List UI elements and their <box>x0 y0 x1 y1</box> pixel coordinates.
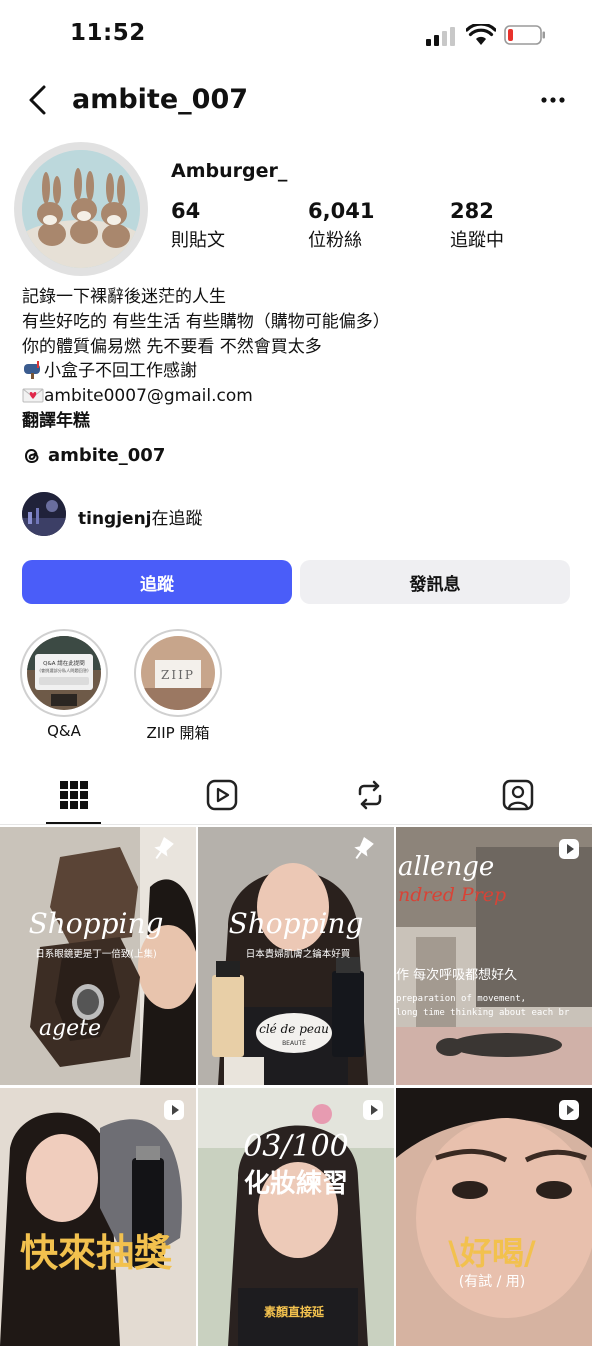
followers-count[interactable]: 6,041 <box>308 199 374 223</box>
threads-icon <box>24 448 39 463</box>
post-tile[interactable]: \好喝/ (有試 / 用) <box>396 1088 592 1346</box>
svg-text:long time thinking about each: long time thinking about each br <box>396 1008 570 1018</box>
post-tile[interactable]: 快來抽獎 <box>0 1088 196 1346</box>
bio-line[interactable]: 翻譯年糕 <box>22 409 582 434</box>
post-tile[interactable]: Shopping 日系眼鏡更是丁一倍致(上集) agete <box>0 827 196 1085</box>
svg-text:clé de peau: clé de peau <box>259 1022 329 1036</box>
mailbox-icon <box>24 361 40 380</box>
svg-text:(有試 / 用): (有試 / 用) <box>459 1274 526 1290</box>
reels-icon[interactable] <box>206 778 238 812</box>
svg-text:快來抽獎: 快來抽獎 <box>20 1231 173 1275</box>
svg-text:03/100: 03/100 <box>243 1129 349 1164</box>
posts-label[interactable]: 則貼文 <box>171 226 225 252</box>
post-tile[interactable]: 03/100 化妝練習 素顏直接延 <box>198 1088 394 1346</box>
love-letter-icon <box>22 388 44 403</box>
bio-line: 有些好吃的 有些生活 有些購物（購物可能偏多） <box>22 311 390 332</box>
tagged-person-icon[interactable] <box>502 778 534 812</box>
svg-text:ZIIP: ZIIP <box>161 668 195 682</box>
svg-text:allenge: allenge <box>398 852 494 882</box>
more-options-icon[interactable] <box>540 92 566 108</box>
mutual-follower-text[interactable]: tingjenj在追蹤 <box>78 504 203 529</box>
highlight-cover-ziip[interactable]: ZIIP <box>141 636 215 710</box>
back-chevron-icon[interactable] <box>26 84 50 116</box>
message-button[interactable]: 發訊息 <box>300 560 570 604</box>
svg-text:日本貴婦肌膚之鑰本好買: 日本貴婦肌膚之鑰本好買 <box>246 948 351 960</box>
svg-text:(會挑選部分私人問題回答): (會挑選部分私人問題回答) <box>39 667 89 674</box>
reel-icon <box>559 839 579 859</box>
signal-icon <box>426 27 455 46</box>
battery-low-icon <box>504 25 545 45</box>
svg-text:Shopping: Shopping <box>229 907 364 940</box>
svg-text:Q&A 請在此提問: Q&A 請在此提問 <box>43 659 85 667</box>
svg-text:作 每次呼吸都想好久: 作 每次呼吸都想好久 <box>396 967 517 983</box>
profile-bio: 記錄一下裸辭後迷茫的人生 有些好吃的 有些生活 有些購物（購物可能偏多） 你的體… <box>22 285 582 434</box>
follow-button[interactable]: 追蹤 <box>22 560 292 604</box>
svg-text:Shopping: Shopping <box>29 907 164 940</box>
post-tile[interactable]: Shopping 日本貴婦肌膚之鑰本好買 clé de peau BEAUTÉ <box>198 827 394 1085</box>
posts-count[interactable]: 64 <box>171 199 200 223</box>
wifi-icon <box>466 24 496 45</box>
reel-icon <box>164 1100 184 1120</box>
followers-label[interactable]: 位粉絲 <box>308 226 362 252</box>
following-label[interactable]: 追蹤中 <box>450 226 504 252</box>
svg-text:ndred Prep: ndred Prep <box>398 884 506 906</box>
highlight-cover-qa[interactable]: Q&A 請在此提問 (會挑選部分私人問題回答) <box>27 636 101 710</box>
svg-text:化妝練習: 化妝練習 <box>244 1168 348 1199</box>
svg-text:preparation of movement,: preparation of movement, <box>396 994 526 1004</box>
tab-divider <box>0 824 592 825</box>
svg-text:日系眼鏡更是丁一倍致(上集): 日系眼鏡更是丁一倍致(上集) <box>35 948 156 960</box>
status-time: 11:52 <box>70 20 146 46</box>
following-count[interactable]: 282 <box>450 199 494 223</box>
threads-link[interactable]: ambite_007 <box>22 445 165 466</box>
bio-line[interactable]: ambite0007@gmail.com <box>22 384 582 409</box>
highlight-label[interactable]: ZIIP 開箱 <box>118 722 238 743</box>
svg-text:agete: agete <box>39 1016 101 1041</box>
svg-text:\好喝/: \好喝/ <box>448 1234 536 1272</box>
profile-username-title: ambite_007 <box>72 84 249 115</box>
svg-text:BEAUTÉ: BEAUTÉ <box>282 1039 306 1047</box>
reel-icon <box>363 1100 383 1120</box>
post-tile[interactable]: allenge ndred Prep 作 每次呼吸都想好久 preparatio… <box>396 827 592 1085</box>
highlight-label[interactable]: Q&A <box>4 722 124 740</box>
reel-icon <box>559 1100 579 1120</box>
display-name: Amburger_ <box>171 160 288 182</box>
bio-line: 你的體質偏易燃 先不要看 不然會買太多 <box>22 336 322 357</box>
bio-line: 記錄一下裸辭後迷茫的人生 <box>22 287 226 307</box>
grid-icon[interactable] <box>58 778 90 812</box>
profile-avatar[interactable] <box>22 150 140 268</box>
repost-icon[interactable] <box>354 778 386 812</box>
svg-text:素顏直接延: 素顏直接延 <box>264 1304 325 1319</box>
bio-line: 小盒子不回工作感謝 <box>22 359 582 384</box>
mutual-follower-avatar[interactable] <box>22 492 66 536</box>
